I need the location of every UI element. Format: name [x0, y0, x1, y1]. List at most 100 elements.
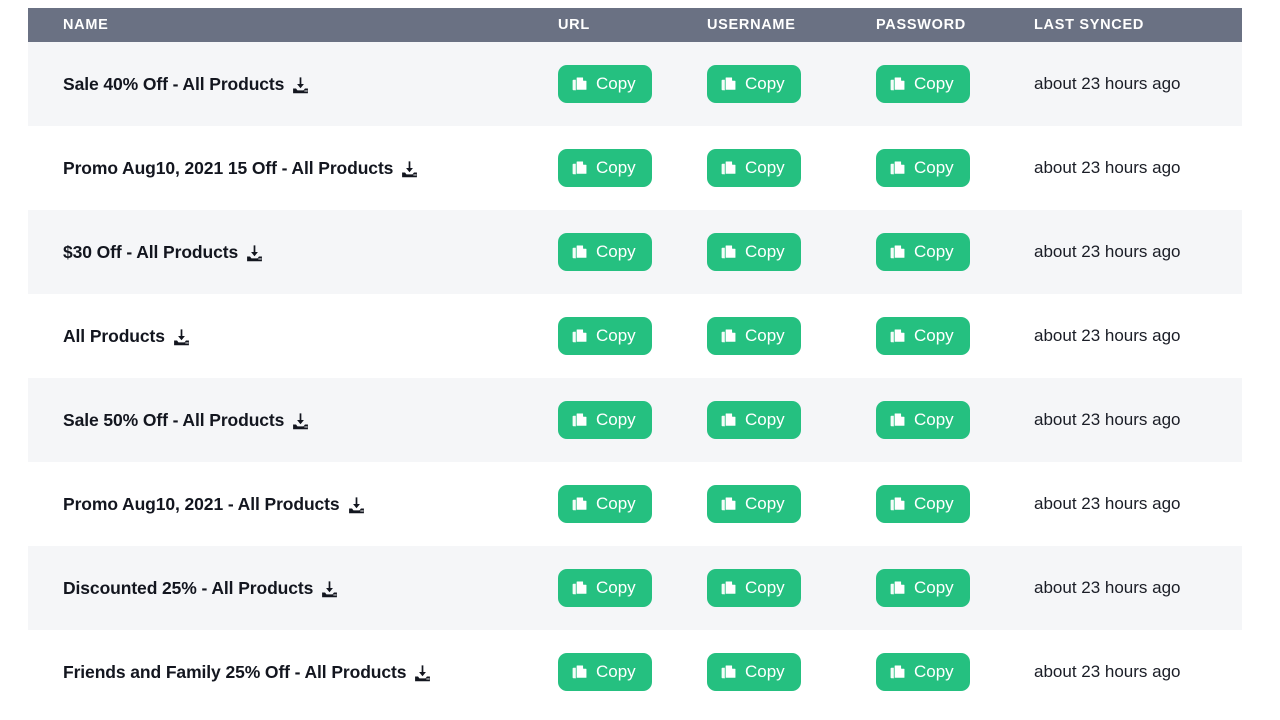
- cell-name: Sale 40% Off - All Products: [28, 42, 544, 126]
- credential-name: Sale 40% Off - All Products: [63, 73, 285, 94]
- table-row: Sale 40% Off - All Products Copy Copy Co…: [28, 42, 1242, 126]
- download-icon[interactable]: [400, 160, 419, 179]
- copy-url-button[interactable]: Copy: [558, 233, 652, 271]
- download-icon[interactable]: [245, 244, 264, 263]
- copy-password-button[interactable]: Copy: [876, 401, 970, 439]
- cell-url: Copy: [544, 42, 693, 126]
- cell-username: Copy: [693, 546, 862, 630]
- cell-url: Copy: [544, 378, 693, 462]
- column-header-name[interactable]: NAME: [28, 8, 544, 42]
- cell-password: Copy: [862, 210, 1031, 294]
- copy-password-button[interactable]: Copy: [876, 233, 970, 271]
- copy-password-button[interactable]: Copy: [876, 149, 970, 187]
- copy-username-button[interactable]: Copy: [707, 149, 801, 187]
- download-icon[interactable]: [291, 412, 310, 431]
- name-wrapper: $30 Off - All Products: [63, 242, 544, 263]
- table-body: Sale 40% Off - All Products Copy Copy Co…: [28, 42, 1242, 714]
- copy-url-button[interactable]: Copy: [558, 317, 652, 355]
- copy-username-button[interactable]: Copy: [707, 485, 801, 523]
- copy-icon: [720, 159, 739, 178]
- cell-name: $30 Off - All Products: [28, 210, 544, 294]
- cell-password: Copy: [862, 462, 1031, 546]
- column-header-url[interactable]: URL: [544, 8, 693, 42]
- name-wrapper: Sale 40% Off - All Products: [63, 74, 544, 95]
- copy-username-label: Copy: [745, 74, 785, 93]
- download-icon[interactable]: [172, 328, 191, 347]
- cell-name: Sale 50% Off - All Products: [28, 378, 544, 462]
- copy-password-label: Copy: [914, 494, 954, 513]
- download-icon[interactable]: [347, 496, 366, 515]
- copy-password-button[interactable]: Copy: [876, 317, 970, 355]
- table-row: All Products Copy Copy Copy about 23 hou…: [28, 294, 1242, 378]
- download-icon[interactable]: [291, 76, 310, 95]
- cell-last-synced: about 23 hours ago: [1031, 378, 1242, 462]
- copy-url-label: Copy: [596, 326, 636, 345]
- credential-name: Promo Aug10, 2021 - All Products: [63, 493, 340, 514]
- copy-username-button[interactable]: Copy: [707, 569, 801, 607]
- cell-url: Copy: [544, 210, 693, 294]
- copy-icon: [720, 663, 739, 682]
- cell-username: Copy: [693, 126, 862, 210]
- copy-url-button[interactable]: Copy: [558, 653, 652, 691]
- copy-url-button[interactable]: Copy: [558, 485, 652, 523]
- copy-password-button[interactable]: Copy: [876, 65, 970, 103]
- copy-username-label: Copy: [745, 662, 785, 681]
- name-wrapper: Promo Aug10, 2021 - All Products: [63, 494, 544, 515]
- cell-name: Friends and Family 25% Off - All Product…: [28, 630, 544, 714]
- last-synced-value: about 23 hours ago: [1034, 158, 1181, 177]
- cell-password: Copy: [862, 546, 1031, 630]
- cell-password: Copy: [862, 630, 1031, 714]
- name-wrapper: Friends and Family 25% Off - All Product…: [63, 662, 544, 683]
- column-header-password[interactable]: PASSWORD: [862, 8, 1031, 42]
- copy-url-button[interactable]: Copy: [558, 65, 652, 103]
- cell-password: Copy: [862, 378, 1031, 462]
- copy-username-button[interactable]: Copy: [707, 233, 801, 271]
- copy-password-label: Copy: [914, 158, 954, 177]
- copy-password-button[interactable]: Copy: [876, 569, 970, 607]
- copy-username-button[interactable]: Copy: [707, 401, 801, 439]
- copy-url-button[interactable]: Copy: [558, 569, 652, 607]
- copy-password-button[interactable]: Copy: [876, 485, 970, 523]
- copy-username-button[interactable]: Copy: [707, 317, 801, 355]
- copy-password-button[interactable]: Copy: [876, 653, 970, 691]
- download-icon[interactable]: [413, 664, 432, 683]
- credential-name: Friends and Family 25% Off - All Product…: [63, 661, 407, 682]
- cell-name: Promo Aug10, 2021 15 Off - All Products: [28, 126, 544, 210]
- copy-username-label: Copy: [745, 158, 785, 177]
- cell-password: Copy: [862, 126, 1031, 210]
- cell-url: Copy: [544, 126, 693, 210]
- copy-url-button[interactable]: Copy: [558, 149, 652, 187]
- table-row: Promo Aug10, 2021 15 Off - All Products: [28, 126, 1242, 210]
- cell-name: Promo Aug10, 2021 - All Products: [28, 462, 544, 546]
- column-header-last-synced[interactable]: LAST SYNCED: [1031, 8, 1242, 42]
- copy-icon: [571, 327, 590, 346]
- copy-icon: [720, 243, 739, 262]
- table-row: Friends and Family 25% Off - All Product…: [28, 630, 1242, 714]
- copy-url-button[interactable]: Copy: [558, 401, 652, 439]
- table-header: NAME URL USERNAME PASSWORD LAST SYNCED: [28, 8, 1242, 42]
- copy-icon: [720, 495, 739, 514]
- cell-username: Copy: [693, 630, 862, 714]
- copy-icon: [889, 327, 908, 346]
- copy-username-button[interactable]: Copy: [707, 65, 801, 103]
- credential-name: $30 Off - All Products: [63, 241, 239, 262]
- copy-username-label: Copy: [745, 494, 785, 513]
- credentials-page: NAME URL USERNAME PASSWORD LAST SYNCED S…: [0, 0, 1280, 720]
- copy-password-label: Copy: [914, 326, 954, 345]
- cell-name: All Products: [28, 294, 544, 378]
- copy-icon: [571, 75, 590, 94]
- table-row: Promo Aug10, 2021 - All Products Copy Co…: [28, 462, 1242, 546]
- cell-url: Copy: [544, 546, 693, 630]
- cell-url: Copy: [544, 294, 693, 378]
- copy-icon: [571, 579, 590, 598]
- download-icon[interactable]: [320, 580, 339, 599]
- name-wrapper: All Products: [63, 326, 544, 347]
- last-synced-value: about 23 hours ago: [1034, 242, 1181, 261]
- table-row: Discounted 25% - All Products Copy Copy …: [28, 546, 1242, 630]
- copy-username-button[interactable]: Copy: [707, 653, 801, 691]
- copy-username-label: Copy: [745, 410, 785, 429]
- column-header-username[interactable]: USERNAME: [693, 8, 862, 42]
- copy-icon: [571, 159, 590, 178]
- cell-last-synced: about 23 hours ago: [1031, 210, 1242, 294]
- copy-icon: [571, 243, 590, 262]
